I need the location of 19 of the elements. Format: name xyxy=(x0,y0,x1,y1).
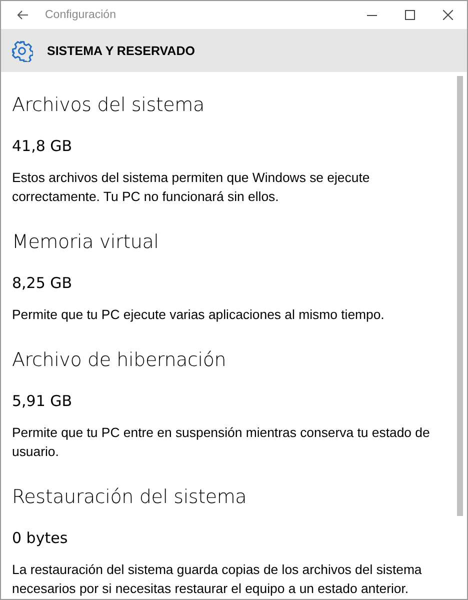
size-value: 5,91 GB xyxy=(12,392,74,410)
section-heading: Archivo de hibernación xyxy=(12,349,228,371)
section-description: Permite que tu PC ejecute varias aplicaciones al mismo tiempo. xyxy=(12,306,386,324)
size-value: 41,8 GB xyxy=(12,137,74,155)
size-value: 0 bytes xyxy=(12,529,69,547)
size-value: 8,25 GB xyxy=(12,274,74,292)
settings-icon xyxy=(11,40,33,62)
close-icon xyxy=(443,10,453,20)
section-heading: Memoria virtual xyxy=(12,231,160,253)
maximize-icon xyxy=(405,10,415,20)
section-description: La restauración del sistema guarda copias de los archivos del sistema necesarios por si necesitas restaurar el equipo a un estado anterior. xyxy=(12,561,423,598)
scrollbar-thumb[interactable] xyxy=(457,76,463,516)
window-title: Configuración xyxy=(45,9,117,21)
section-heading: Restauración del sistema xyxy=(12,486,248,508)
page-title: SISTEMA Y RESERVADO xyxy=(47,44,195,58)
back-arrow-icon xyxy=(17,10,29,20)
section-description: Permite que tu PC entre en suspensión mientras conserva tu estado de usuario. xyxy=(12,424,431,461)
section-heading: Archivos del sistema xyxy=(12,94,206,116)
section-description: Estos archivos del sistema permiten que Windows se ejecute correctamente. Tu PC no funcionará sin ellos. xyxy=(12,169,371,206)
